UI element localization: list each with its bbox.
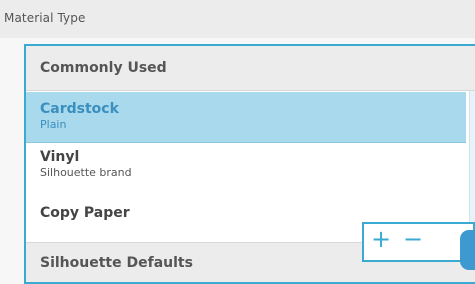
item-subtitle: Silhouette brand xyxy=(40,166,132,179)
item-subtitle: Plain xyxy=(40,118,67,131)
item-title: Cardstock xyxy=(40,101,119,117)
section-header-commonly-used: Commonly Used xyxy=(26,46,475,91)
scroll-knob[interactable] xyxy=(460,230,475,270)
remove-material-button[interactable]: − xyxy=(398,224,428,260)
list-item-vinyl[interactable]: Vinyl Silhouette brand xyxy=(26,144,466,190)
item-title: Copy Paper xyxy=(40,205,130,221)
item-title: Vinyl xyxy=(40,149,80,165)
header-title: Material Type xyxy=(4,11,86,25)
add-remove-button-group: + − xyxy=(362,222,475,262)
material-type-header: Material Type xyxy=(0,0,475,38)
add-material-button[interactable]: + xyxy=(366,224,396,260)
list-item-cardstock[interactable]: Cardstock Plain xyxy=(26,92,466,143)
section-title-commonly-used: Commonly Used xyxy=(40,60,167,76)
section-title-silhouette-defaults: Silhouette Defaults xyxy=(40,255,193,271)
